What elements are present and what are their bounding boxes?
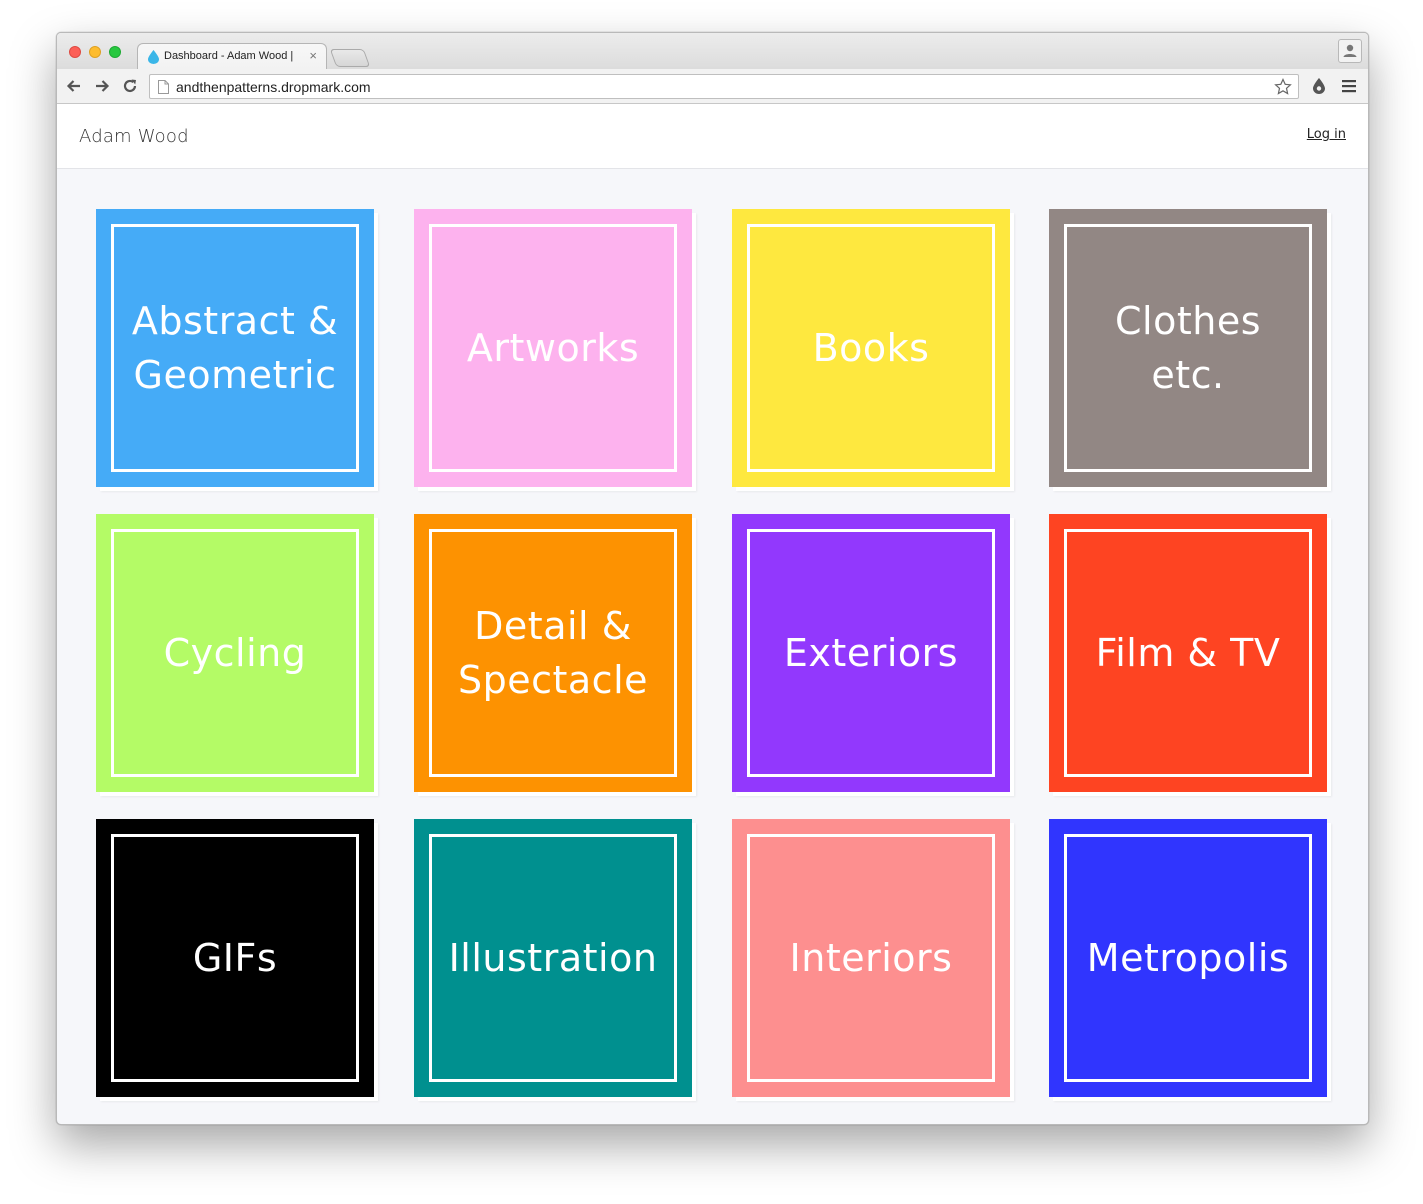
login-link[interactable]: Log in	[1307, 127, 1346, 142]
window-close-button[interactable]	[69, 46, 81, 58]
card-frame: Detail & Spectacle	[429, 529, 677, 777]
collection-card[interactable]: Illustration	[414, 819, 692, 1097]
collection-title: Detail & Spectacle	[457, 604, 649, 702]
reload-icon[interactable]	[121, 77, 139, 95]
dropmark-extension-icon[interactable]	[1311, 77, 1327, 95]
collection-card[interactable]: GIFs	[96, 819, 374, 1097]
tab-close-icon[interactable]: ×	[309, 48, 317, 63]
collection-title: Cycling	[163, 631, 307, 675]
collection-card[interactable]: Detail & Spectacle	[414, 514, 692, 792]
collection-title: Artworks	[466, 326, 640, 370]
tab-bar: Dashboard - Adam Wood | ×	[57, 33, 1368, 70]
collection-card[interactable]: Cycling	[96, 514, 374, 792]
browser-tab-dashboard[interactable]: Dashboard - Adam Wood | ×	[137, 43, 327, 70]
collection-title: Abstract & Geometric	[131, 299, 339, 397]
card-frame: Exteriors	[747, 529, 995, 777]
collection-card[interactable]: Interiors	[732, 819, 1010, 1097]
collection-card[interactable]: Exteriors	[732, 514, 1010, 792]
collection-title: Clothes etc.	[1115, 299, 1261, 397]
bookmark-star-icon[interactable]	[1274, 78, 1292, 96]
site-header: Adam Wood Log in	[57, 104, 1368, 169]
window-maximize-button[interactable]	[109, 46, 121, 58]
card-frame: Cycling	[111, 529, 359, 777]
card-frame: GIFs	[111, 834, 359, 1082]
collection-card[interactable]: Books	[732, 209, 1010, 487]
back-arrow-icon[interactable]	[65, 77, 83, 95]
dropmark-favicon-icon	[148, 50, 159, 64]
window-minimize-button[interactable]	[89, 46, 101, 58]
forward-arrow-icon[interactable]	[93, 77, 111, 95]
collection-title: Illustration	[448, 936, 658, 980]
url-text: andthenpatterns.dropmark.com	[176, 79, 371, 95]
card-frame: Abstract & Geometric	[111, 224, 359, 472]
browser-window: Dashboard - Adam Wood | × andthenpattern…	[56, 32, 1369, 1125]
card-frame: Film & TV	[1064, 529, 1312, 777]
card-frame: Metropolis	[1064, 834, 1312, 1082]
card-frame: Clothes etc.	[1064, 224, 1312, 472]
collection-title: Books	[812, 326, 930, 370]
collection-title: Film & TV	[1095, 631, 1281, 675]
browser-toolbar: andthenpatterns.dropmark.com	[57, 69, 1368, 104]
card-frame: Books	[747, 224, 995, 472]
menu-hamburger-icon[interactable]	[1341, 79, 1357, 93]
page-icon	[158, 80, 169, 94]
collection-card[interactable]: Artworks	[414, 209, 692, 487]
collection-card[interactable]: Film & TV	[1049, 514, 1327, 792]
collection-card[interactable]: Abstract & Geometric	[96, 209, 374, 487]
card-frame: Interiors	[747, 834, 995, 1082]
tab-title: Dashboard - Adam Wood |	[164, 50, 294, 62]
collection-card[interactable]: Clothes etc.	[1049, 209, 1327, 487]
card-frame: Illustration	[429, 834, 677, 1082]
address-bar[interactable]: andthenpatterns.dropmark.com	[149, 74, 1299, 99]
collection-title: Exteriors	[783, 631, 959, 675]
site-title[interactable]: Adam Wood	[79, 126, 189, 147]
new-tab-button[interactable]	[329, 49, 371, 67]
collection-title: Interiors	[789, 936, 953, 980]
collection-title: Metropolis	[1086, 936, 1290, 980]
collection-title: GIFs	[192, 936, 278, 980]
person-icon	[1343, 44, 1357, 57]
collection-card[interactable]: Metropolis	[1049, 819, 1327, 1097]
profile-button[interactable]	[1338, 39, 1362, 63]
card-frame: Artworks	[429, 224, 677, 472]
